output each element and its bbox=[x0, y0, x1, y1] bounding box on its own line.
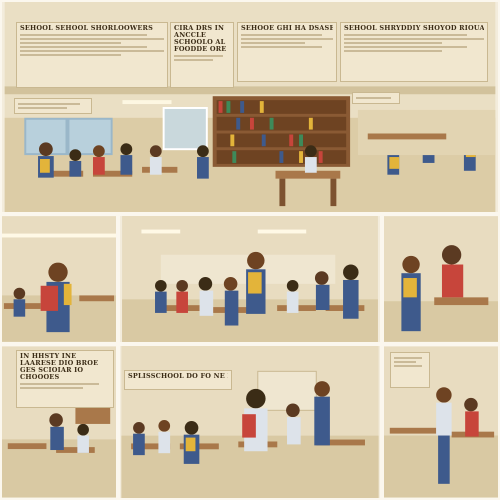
caption-top-1: SEHOOL SEHOOL SHORLOOWERS bbox=[16, 22, 168, 88]
caption-title: SEHOOE GHI HA DSASES bbox=[241, 25, 333, 32]
panel-bottom-right bbox=[382, 344, 500, 500]
panel-top-library: SEHOOL SEHOOL SHORLOOWERS CIRA DRS IN AN… bbox=[0, 0, 500, 214]
panel-mid-left bbox=[0, 214, 118, 344]
classroom-scene-5 bbox=[121, 346, 379, 498]
caption-top-right-small bbox=[352, 92, 400, 104]
caption-title: IN HHSTY INE LAARESE DIO BROE GES SCIOIA… bbox=[20, 353, 99, 381]
panel-bottom-center: SPLISSCHOOL DO FO NE EEBEGE bbox=[118, 344, 382, 500]
comic-storyboard: SEHOOL SEHOOL SHORLOOWERS CIRA DRS IN AN… bbox=[0, 0, 500, 500]
caption-top-2: CIRA DRS IN ANCCLE SCHOOLO AL FOODDE ORE bbox=[170, 22, 234, 88]
classroom-scene-1 bbox=[2, 216, 116, 342]
classroom-scene-3 bbox=[384, 216, 498, 342]
caption-title: CIRA DRS IN ANCCLE SCHOOLO AL FOODDE ORE bbox=[174, 25, 227, 53]
caption-title: SEHOOL SHRYDDIY SHOYOD RIOUARES bbox=[344, 25, 484, 32]
desk-icon bbox=[434, 297, 489, 306]
caption-top-small bbox=[14, 98, 92, 114]
panel-bottom-left: IN HHSTY INE LAARESE DIO BROE GES SCIOIA… bbox=[0, 344, 118, 500]
caption-bottom-left: IN HHSTY INE LAARESE DIO BROE GES SCIOIA… bbox=[16, 350, 114, 408]
caption-bottom-right bbox=[390, 352, 430, 388]
caption-title: SPLISSCHOOL DO FO NE EEBEGE bbox=[128, 373, 228, 380]
caption-top-3: SEHOOE GHI HA DSASES bbox=[237, 22, 337, 82]
caption-bottom-mid: SPLISSCHOOL DO FO NE EEBEGE bbox=[124, 370, 232, 390]
panel-mid-center bbox=[118, 214, 382, 344]
bookshelf-icon bbox=[212, 96, 351, 167]
panel-mid-right bbox=[382, 214, 500, 344]
caption-top-4: SEHOOL SHRYDDIY SHOYOD RIOUARES bbox=[340, 22, 488, 82]
caption-title: SEHOOL SEHOOL SHORLOOWERS bbox=[20, 25, 154, 32]
classroom-scene-2 bbox=[122, 216, 378, 342]
